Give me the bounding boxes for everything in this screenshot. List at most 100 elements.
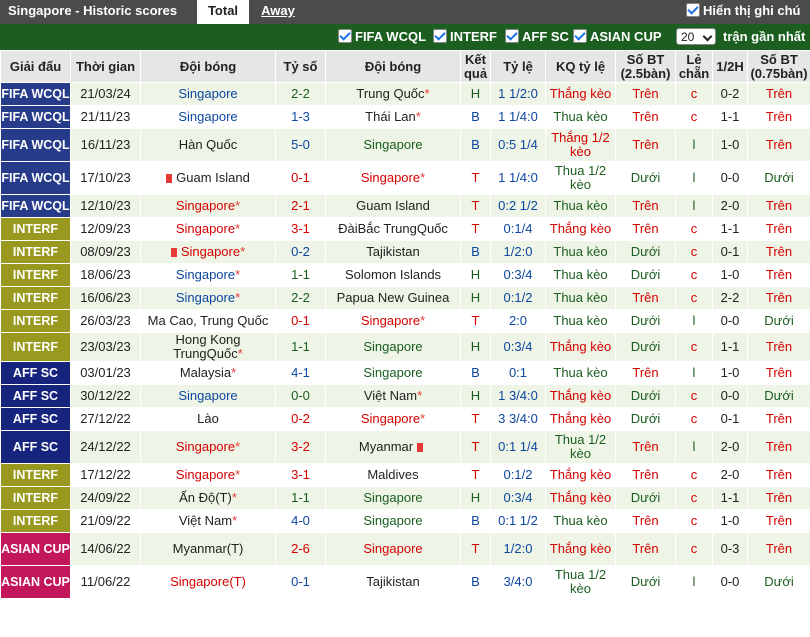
odd-even: l [675, 430, 713, 464]
over-under: Dưới [615, 161, 676, 195]
league-badge: FIFA WCQL [0, 161, 71, 195]
over-under: Trên [615, 194, 676, 218]
home-team: Guam Island [140, 161, 276, 195]
score: 1-1 [275, 263, 326, 287]
filter-interf[interactable]: INTERF [433, 29, 497, 44]
league-badge: INTERF [0, 509, 71, 533]
column-header: 1/2H [712, 50, 748, 83]
odd-even: c [675, 509, 713, 533]
table-row[interactable]: AFF SC 03/01/23 Malaysia* 4-1 Singapore B 0:1 T… [0, 361, 810, 385]
over-under-075: Trên [747, 407, 810, 431]
table-row[interactable]: FIFA WCQL 12/10/23 Singapore* 2-1 Guam Islan… [0, 194, 810, 218]
star-icon: * [424, 86, 430, 101]
table-row[interactable]: FIFA WCQL 21/03/24 Singapore 2-2 Trung Quốc*… [0, 82, 810, 106]
odds: 0:1 [490, 361, 546, 385]
away-team: Tajikistan [325, 240, 461, 264]
over-under: Trên [615, 128, 676, 162]
table-row[interactable]: INTERF 16/06/23 Singapore* 2-2 Papua New Gui… [0, 286, 810, 310]
odd-even: l [675, 361, 713, 385]
league-badge: ASIAN CUP [0, 565, 71, 599]
star-icon: * [417, 388, 423, 403]
filter-aff-sc[interactable]: AFF SC [505, 29, 569, 44]
table-row[interactable]: FIFA WCQL 16/11/23 Hàn Quốc 5-0 Singapore B 0:… [0, 128, 810, 162]
match-count-select[interactable]: 20 [676, 28, 716, 45]
over-under: Trên [615, 361, 676, 385]
odds-result: Thắng kèo [545, 82, 616, 106]
table-row[interactable]: ASIAN CUP 11/06/22 Singapore(T) 0-1 Tajikist… [0, 565, 810, 599]
odds-result: Thắng kèo [545, 407, 616, 431]
star-icon: * [235, 198, 241, 213]
table-row[interactable]: INTERF 24/09/22 Ấn Độ(T)* 1-1 Singapore H 0:3/… [0, 486, 810, 510]
league-badge: AFF SC [0, 430, 71, 464]
table-row[interactable]: ASIAN CUP 14/06/22 Myanmar(T) 2-6 Singapore T… [0, 532, 810, 566]
checkbox-icon[interactable] [686, 3, 700, 17]
odd-even: l [675, 128, 713, 162]
tab-away[interactable]: Away [258, 0, 298, 24]
over-under-075: Dưới [747, 384, 810, 408]
checkbox-icon[interactable] [505, 29, 519, 43]
match-date: 17/12/22 [70, 463, 141, 487]
result-letter: T [460, 194, 491, 218]
filter-asian-cup[interactable]: ASIAN CUP [573, 29, 662, 44]
over-under-075: Trên [747, 430, 810, 464]
half-time-score: 0-0 [712, 384, 748, 408]
score: 2-1 [275, 194, 326, 218]
star-icon: * [420, 411, 426, 426]
home-team: Singapore [140, 105, 276, 129]
results-table: Giải đấu Thời gian Đội bóng Tỷ số Đội bóng Kế… [0, 50, 810, 599]
table-row[interactable]: AFF SC 30/12/22 Singapore 0-0 Việt Nam* H 1 3/… [0, 384, 810, 408]
away-team: Tajikistan [325, 565, 461, 599]
result-letter: T [460, 532, 491, 566]
away-team: Trung Quốc* [325, 82, 461, 106]
match-date: 21/11/23 [70, 105, 141, 129]
table-header: Giải đấu Thời gian Đội bóng Tỷ số Đội bóng Kế… [0, 50, 810, 83]
table-row[interactable]: FIFA WCQL 21/11/23 Singapore 1-3 Thái Lan* B 1… [0, 105, 810, 129]
match-date: 16/06/23 [70, 286, 141, 310]
odd-even: c [675, 384, 713, 408]
red-card-icon [417, 443, 424, 452]
away-team: Maldives [325, 463, 461, 487]
league-badge: AFF SC [0, 361, 71, 385]
match-date: 16/11/23 [70, 128, 141, 162]
half-time-score: 0-0 [712, 309, 748, 333]
match-date: 21/09/22 [70, 509, 141, 533]
table-row[interactable]: AFF SC 27/12/22 Lào 0-2 Singapore* T 3 3/4:0 Th… [0, 407, 810, 431]
over-under: Dưới [615, 332, 676, 362]
table-row[interactable]: INTERF 12/09/23 Singapore* 3-1 ĐàiBắc TrungQ… [0, 217, 810, 241]
checkbox-icon[interactable] [338, 29, 352, 43]
table-row[interactable]: AFF SC 24/12/22 Singapore* 3-2 Myanmar T 0:1 1… [0, 430, 810, 464]
over-under-075: Dưới [747, 309, 810, 333]
checkbox-icon[interactable] [573, 29, 587, 43]
match-date: 08/09/23 [70, 240, 141, 264]
table-row[interactable]: INTERF 17/12/22 Singapore* 3-1 Maldives T 0:1/… [0, 463, 810, 487]
odds-result: Thắng kèo [545, 486, 616, 510]
home-team: Singapore(T) [140, 565, 276, 599]
star-icon: * [420, 170, 426, 185]
odds-result: Thắng 1/2 kèo [545, 128, 616, 162]
score: 5-0 [275, 128, 326, 162]
odds-result: Thắng kèo [545, 217, 616, 241]
over-under: Dưới [615, 240, 676, 264]
checkbox-icon[interactable] [433, 29, 447, 43]
table-row[interactable]: INTERF 21/09/22 Việt Nam* 4-0 Singapore B 0:1 … [0, 509, 810, 533]
table-row[interactable]: INTERF 08/09/23 Singapore* 0-2 Tajikistan B 1/… [0, 240, 810, 264]
odds: 0:1 1/4 [490, 430, 546, 464]
home-team: Việt Nam* [140, 509, 276, 533]
table-row[interactable]: INTERF 26/03/23 Ma Cao, Trung Quốc 0-1 Singa… [0, 309, 810, 333]
table-row[interactable]: FIFA WCQL 17/10/23 Guam Island 0-1 Singapore… [0, 161, 810, 195]
tab-total[interactable]: Total [197, 0, 249, 24]
result-letter: H [460, 486, 491, 510]
show-notes-label: Hiển thị ghi chú [703, 3, 801, 18]
table-row[interactable]: INTERF 23/03/23 Hong Kong TrungQuốc* 1-1 Sin… [0, 332, 810, 362]
home-team: Singapore* [140, 430, 276, 464]
star-icon: * [235, 439, 241, 454]
over-under: Dưới [615, 565, 676, 599]
result-letter: T [460, 430, 491, 464]
over-under: Dưới [615, 384, 676, 408]
match-date: 27/12/22 [70, 407, 141, 431]
table-row[interactable]: INTERF 18/06/23 Singapore* 1-1 Solomon Islan… [0, 263, 810, 287]
half-time-score: 1-1 [712, 105, 748, 129]
half-time-score: 2-0 [712, 463, 748, 487]
show-notes-toggle[interactable]: Hiển thị ghi chú [686, 3, 801, 18]
filter-fifa-wcql[interactable]: FIFA WCQL [338, 29, 426, 44]
